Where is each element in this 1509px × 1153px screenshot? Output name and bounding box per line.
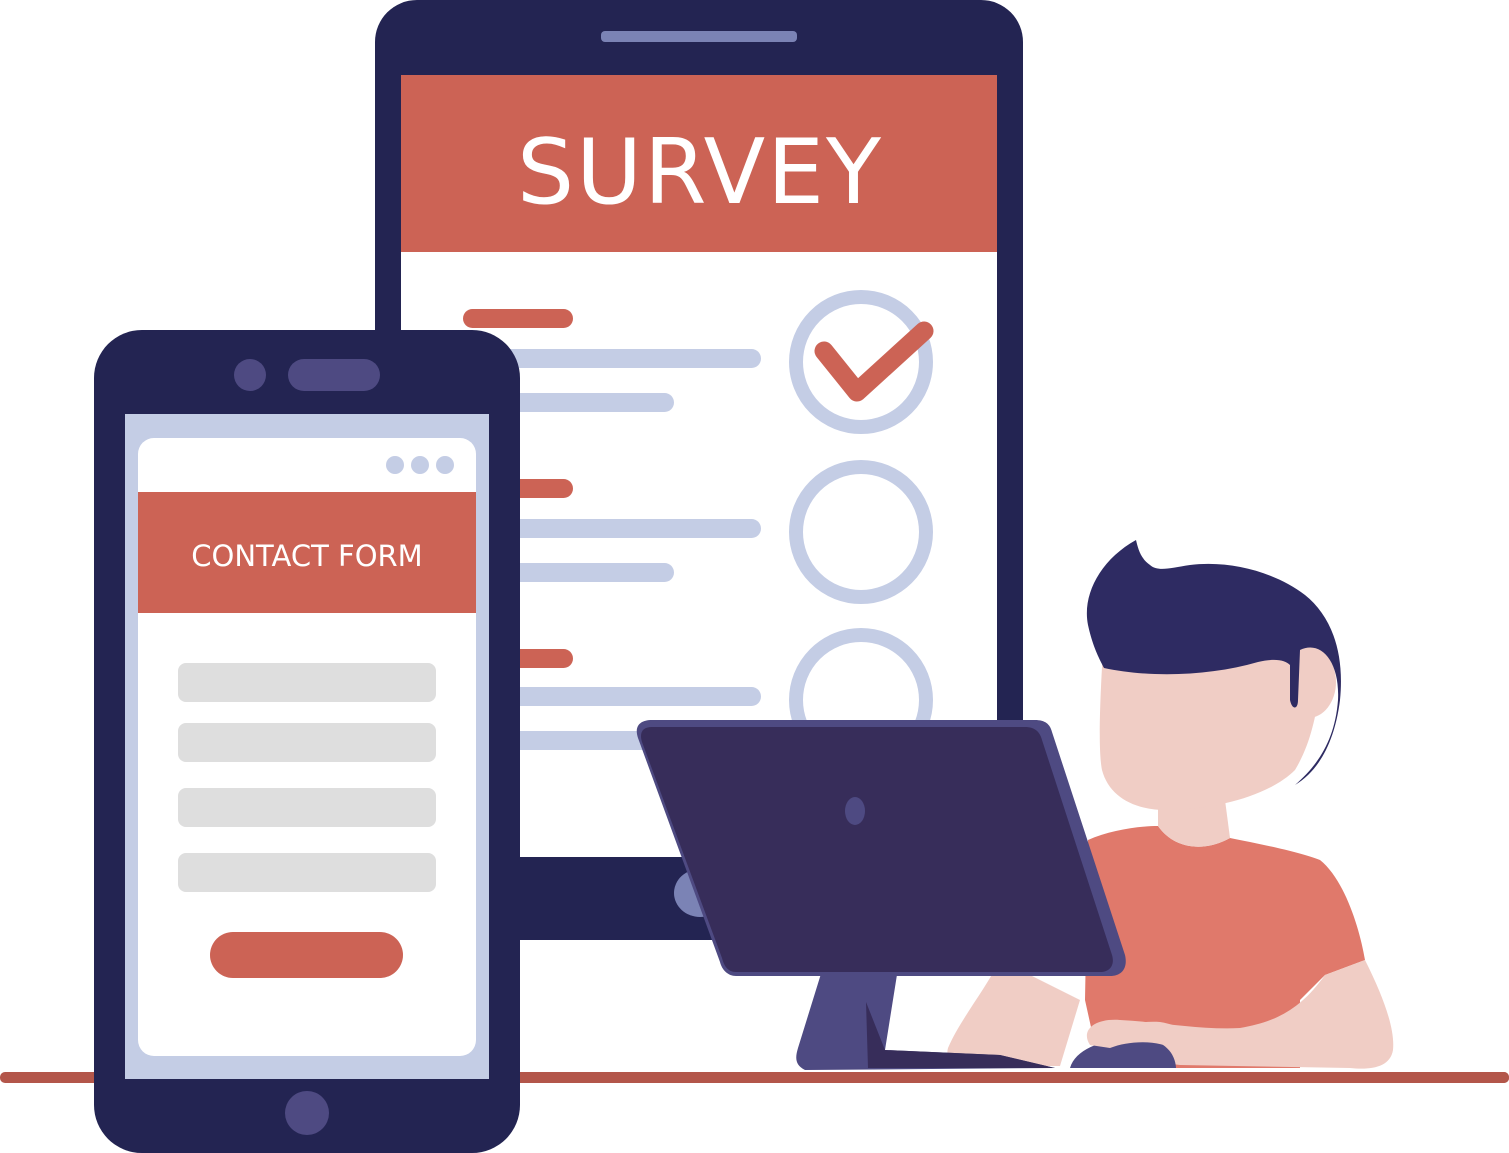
form-field-2[interactable] (178, 723, 436, 762)
survey-illustration: SURVEY CONTACT FORM (0, 0, 1509, 1153)
answer-line-long (480, 349, 761, 368)
desk-edge (520, 1072, 1509, 1083)
answer-line-long (480, 519, 761, 538)
contact-form-title: CONTACT FORM (191, 539, 422, 573)
phone-home-button[interactable] (285, 1091, 329, 1135)
phone-device: CONTACT FORM (94, 330, 520, 1153)
submit-button[interactable] (210, 932, 403, 978)
more-dots-icon[interactable] (386, 456, 454, 474)
question-label-bar (463, 309, 573, 328)
tablet-speaker-slot (601, 31, 797, 42)
monitor-logo-dot (845, 797, 865, 825)
person-left-arm (947, 960, 1080, 1068)
form-field-4[interactable] (178, 853, 436, 892)
form-field-3[interactable] (178, 788, 436, 827)
phone-speaker (288, 359, 380, 391)
phone-camera (234, 359, 266, 391)
survey-title: SURVEY (517, 120, 883, 225)
form-field-1[interactable] (178, 663, 436, 702)
answer-line-long (480, 687, 761, 706)
